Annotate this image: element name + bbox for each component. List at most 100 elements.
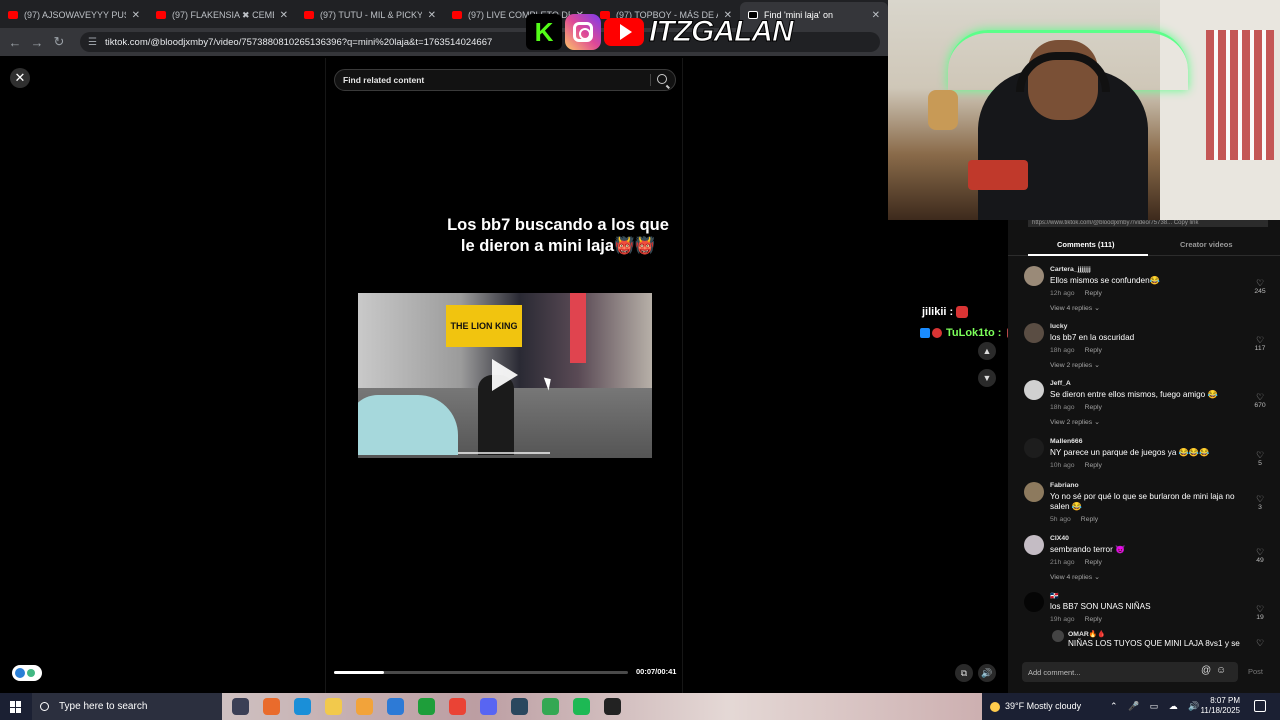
clock-date: 11/18/2025 <box>1200 706 1240 715</box>
comment-meta: 21h ago Reply <box>1050 559 1102 566</box>
reply-button[interactable]: Reply <box>1085 404 1102 411</box>
file-explorer-icon[interactable] <box>325 698 342 715</box>
close-tab-icon[interactable]: ✕ <box>872 10 880 21</box>
comment-text: sembrando terror 👿 <box>1050 545 1126 554</box>
tab-creator-videos[interactable]: Creator videos <box>1180 240 1233 249</box>
chrome-icon[interactable] <box>449 698 466 715</box>
close-icon[interactable]: ✕ <box>10 68 30 88</box>
mention-icon[interactable]: @ <box>1201 665 1211 676</box>
store-icon[interactable] <box>356 698 373 715</box>
comment-text: NY parece un parque de juegos ya 😂😂😂 <box>1050 448 1210 457</box>
taskbar-search[interactable]: Type here to search <box>32 693 222 720</box>
notification-icon[interactable] <box>1254 700 1266 712</box>
clock[interactable]: 8:07 PM 11/18/2025 <box>1180 696 1240 716</box>
comment-time: 12h ago <box>1050 290 1075 297</box>
related-search-input[interactable]: Find related content <box>334 69 676 91</box>
view-replies-button[interactable]: View 4 replies ⌄ <box>1050 304 1100 312</box>
video-progress-bar[interactable] <box>334 671 628 674</box>
outlook-icon[interactable] <box>387 698 404 715</box>
xbox-icon[interactable] <box>418 698 435 715</box>
webcam-feed <box>888 0 1280 220</box>
taskbar-search-placeholder: Type here to search <box>59 701 148 712</box>
weather-icon <box>990 701 1000 712</box>
comment-username[interactable]: OMAR🔥🩸 <box>1068 630 1106 638</box>
tab-comments[interactable]: Comments (111) <box>1057 240 1115 249</box>
comment-time: 5h ago <box>1050 516 1071 523</box>
edge-icon[interactable] <box>294 698 311 715</box>
chrome-profile-icon[interactable] <box>542 698 559 715</box>
view-replies-button[interactable]: View 2 replies ⌄ <box>1050 361 1100 369</box>
youtube-icon <box>452 11 462 19</box>
caption-line-2: le dieron a mini laja👹👹 <box>460 237 656 255</box>
reload-icon[interactable]: ↻ <box>48 34 70 50</box>
windows-start-icon[interactable] <box>10 701 22 713</box>
comment-username[interactable]: Fabriano <box>1050 482 1079 489</box>
chat-message-2: TuLok1to : <box>920 327 1022 339</box>
badge-icon <box>920 328 930 339</box>
reply-button[interactable]: Reply <box>1085 347 1102 354</box>
view-replies-button[interactable]: View 2 replies ⌄ <box>1050 418 1100 426</box>
spotify-icon[interactable] <box>573 698 590 715</box>
reply-button[interactable]: Reply <box>1085 290 1102 297</box>
forward-arrow-icon[interactable]: → <box>26 35 48 50</box>
comment-time: 10h ago <box>1050 462 1075 469</box>
extension-pill[interactable] <box>12 665 42 681</box>
avatar[interactable] <box>1024 266 1044 286</box>
reply-button[interactable]: Reply <box>1085 462 1102 469</box>
site-settings-icon[interactable]: ☰ <box>88 37 97 48</box>
miniplayer-icon[interactable]: ⧉ <box>955 664 973 682</box>
reply-button[interactable]: Reply <box>1085 616 1102 623</box>
play-icon[interactable] <box>492 359 518 391</box>
reply-button[interactable]: Reply <box>1085 559 1102 566</box>
avatar[interactable] <box>1052 630 1064 642</box>
comment-username[interactable]: 🇩🇴 <box>1050 592 1058 600</box>
search-icon <box>40 702 49 711</box>
clock-time: 8:07 PM <box>1210 696 1240 705</box>
browser-tab[interactable]: (97) FLAKENSIA ✖ CEMENTER ✕ <box>148 2 296 28</box>
obs-icon[interactable] <box>604 698 621 715</box>
task-view-icon[interactable] <box>232 698 249 715</box>
avatar[interactable] <box>1024 438 1044 458</box>
video-player: Find related content Los bb7 buscando a … <box>325 58 683 693</box>
avatar[interactable] <box>1024 380 1044 400</box>
browser-tab[interactable]: (97) AJSOWAVEYYY PUSO A STI ✕ <box>0 2 148 28</box>
screen: { "browser": { "tabs": [ {"title": "(97)… <box>0 0 1280 720</box>
comment-username[interactable]: Mallen666 <box>1050 438 1083 445</box>
view-replies-button[interactable]: View 4 replies ⌄ <box>1050 573 1100 581</box>
comment-username[interactable]: lucky <box>1050 323 1067 330</box>
close-tab-icon[interactable]: ✕ <box>428 10 436 21</box>
like-count: 19 <box>1256 614 1264 621</box>
avatar[interactable] <box>1024 592 1044 612</box>
tab-title: (97) FLAKENSIA ✖ CEMENTER <box>172 9 274 20</box>
weather-widget[interactable]: 39°F Mostly cloudy <box>990 701 1081 712</box>
reply-button[interactable]: Reply <box>1081 516 1098 523</box>
volume-icon[interactable]: 🔊 <box>978 664 996 682</box>
video-caption: Los bb7 buscando a los que le dieron a m… <box>438 215 678 257</box>
comment-text: los BB7 SON UNAS NIÑAS <box>1050 602 1151 611</box>
copilot-icon[interactable] <box>263 698 280 715</box>
browser-tab[interactable]: (97) TUTU - MIL & PICKY (VIDE ✕ <box>296 2 444 28</box>
search-icon[interactable] <box>657 74 667 84</box>
avatar[interactable] <box>1024 535 1044 555</box>
close-tab-icon[interactable]: ✕ <box>280 10 288 21</box>
comment-username[interactable]: Jeff_A <box>1050 380 1071 387</box>
comment-text: NIÑAS LOS TUYOS QUE MINI LAJA 8vs1 y se <box>1068 639 1240 648</box>
video-frame[interactable]: THE LION KING <box>358 293 652 458</box>
avatar[interactable] <box>1024 323 1044 343</box>
badge-icon <box>932 328 942 339</box>
comment-username[interactable]: Cartera_jjjjjjj <box>1050 266 1091 273</box>
copy-link-row[interactable]: https://www.tiktok.com/@bloodjxmby7/vide… <box>1028 220 1268 227</box>
previous-video-icon[interactable]: ▲ <box>978 342 996 360</box>
comment-text: Ellos mismos se confunden😂 <box>1050 276 1160 285</box>
back-arrow-icon[interactable]: ← <box>4 35 26 50</box>
avatar[interactable] <box>1024 482 1044 502</box>
post-button[interactable]: Post <box>1248 667 1263 676</box>
discord-icon[interactable] <box>480 698 497 715</box>
comment-meta: 18h ago Reply <box>1050 347 1102 354</box>
emoji-icon[interactable]: ☺ <box>1216 665 1226 676</box>
steam-icon[interactable] <box>511 698 528 715</box>
like-heart-icon[interactable]: ♡ <box>1252 638 1268 649</box>
next-video-icon[interactable]: ▼ <box>978 369 996 387</box>
close-tab-icon[interactable]: ✕ <box>132 10 140 21</box>
comment-username[interactable]: CIX40 <box>1050 535 1069 542</box>
